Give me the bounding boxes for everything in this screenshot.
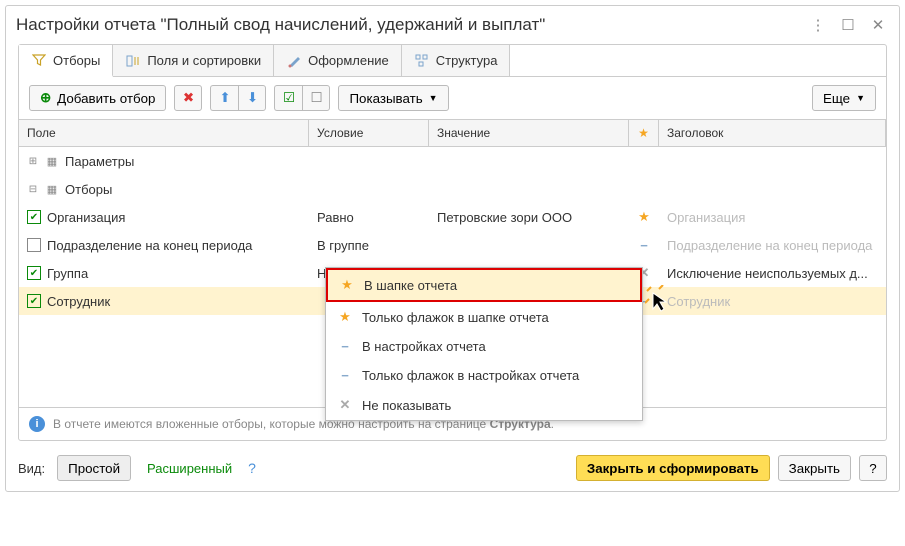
header-value[interactable]: Значение bbox=[429, 120, 629, 146]
tab-label: Отборы bbox=[53, 53, 100, 68]
row-title: Организация bbox=[659, 210, 886, 225]
arrow-down-icon: ⬇ bbox=[247, 90, 258, 106]
tab-label: Структура bbox=[436, 53, 498, 68]
structure-icon bbox=[414, 53, 430, 69]
expand-icon[interactable]: ⊞ bbox=[27, 156, 39, 167]
menu-item-flag-header[interactable]: ★ Только флажок в шапке отчета bbox=[326, 302, 642, 332]
toolbar: ⊕ Добавить отбор ✖ ⬆ ⬇ ☑ ☐ Показывать ▼ … bbox=[19, 77, 886, 119]
star-icon: ★ bbox=[340, 277, 354, 293]
collapse-icon[interactable]: ⊟ bbox=[27, 184, 39, 195]
row-field: Сотрудник bbox=[47, 294, 110, 309]
tab-label: Оформление bbox=[308, 53, 389, 68]
header-field[interactable]: Поле bbox=[19, 120, 309, 146]
header-star[interactable]: ★ bbox=[629, 120, 659, 146]
close-and-form-button[interactable]: Закрыть и сформировать bbox=[576, 455, 770, 481]
row-condition: Равно bbox=[309, 210, 429, 225]
row-title: Подразделение на конец периода bbox=[659, 238, 886, 253]
check-all-icon: ☑ bbox=[283, 90, 295, 106]
plus-icon: ⊕ bbox=[40, 90, 51, 106]
row-value: Петровские зори ООО bbox=[429, 210, 629, 225]
header-title[interactable]: Заголовок bbox=[659, 120, 886, 146]
kebab-menu-icon[interactable]: ⋮ bbox=[807, 14, 829, 36]
row-title: Сотрудник bbox=[659, 294, 886, 309]
minus-icon: − bbox=[640, 238, 648, 253]
uncheck-all-icon: ☐ bbox=[310, 90, 322, 106]
maximize-icon[interactable]: ☐ bbox=[837, 14, 859, 36]
tab-label: Поля и сортировки bbox=[147, 53, 261, 68]
menu-label: Не показывать bbox=[362, 398, 451, 413]
show-button[interactable]: Показывать ▼ bbox=[338, 85, 448, 111]
checkbox-icon[interactable]: ✔ bbox=[27, 266, 41, 280]
row-field: Группа bbox=[47, 266, 88, 281]
footer: Вид: Простой Расширенный ? Закрыть и сфо… bbox=[6, 449, 899, 491]
uncheck-all-button[interactable]: ☐ bbox=[302, 85, 330, 111]
row-field: Организация bbox=[47, 210, 125, 225]
button-label: Еще bbox=[823, 91, 850, 106]
tab-appearance[interactable]: Оформление bbox=[274, 45, 402, 76]
info-icon: i bbox=[29, 416, 45, 432]
help-icon[interactable]: ? bbox=[248, 460, 256, 476]
group-icon: ▦ bbox=[45, 154, 59, 168]
checkbox-icon[interactable] bbox=[27, 238, 41, 252]
row-condition: В группе bbox=[309, 238, 429, 253]
tab-bar: Отборы Поля и сортировки Оформление Стру… bbox=[19, 45, 886, 77]
row-field: Отборы bbox=[65, 182, 112, 197]
x-icon: ✕ bbox=[338, 397, 352, 413]
checkbox-icon[interactable]: ✔ bbox=[27, 294, 41, 308]
window-title: Настройки отчета "Полный свод начислений… bbox=[16, 15, 807, 35]
menu-label: В шапке отчета bbox=[364, 278, 457, 293]
grid-row[interactable]: Подразделение на конец периода В группе … bbox=[19, 231, 886, 259]
grid-group-row[interactable]: ⊞ ▦ Параметры bbox=[19, 147, 886, 175]
close-icon[interactable]: ✕ bbox=[867, 14, 889, 36]
help-button[interactable]: ? bbox=[859, 455, 887, 481]
delete-button[interactable]: ✖ bbox=[174, 85, 202, 111]
header-condition[interactable]: Условие bbox=[309, 120, 429, 146]
menu-label: В настройках отчета bbox=[362, 339, 486, 354]
star-icon: ★ bbox=[638, 209, 650, 225]
check-all-button[interactable]: ☑ bbox=[274, 85, 302, 111]
grid-group-row[interactable]: ⊟ ▦ Отборы bbox=[19, 175, 886, 203]
brush-icon bbox=[286, 53, 302, 69]
chevron-down-icon: ▼ bbox=[856, 93, 865, 103]
view-simple-button[interactable]: Простой bbox=[57, 455, 131, 481]
menu-item-in-settings[interactable]: − В настройках отчета bbox=[326, 332, 642, 361]
move-up-button[interactable]: ⬆ bbox=[210, 85, 238, 111]
show-mode-dropdown: ★ В шапке отчета ★ Только флажок в шапке… bbox=[325, 267, 643, 421]
menu-item-in-header[interactable]: ★ В шапке отчета bbox=[326, 268, 642, 302]
row-field: Подразделение на конец периода bbox=[47, 238, 252, 253]
menu-item-flag-settings[interactable]: − Только флажок в настройках отчета bbox=[326, 361, 642, 390]
menu-label: Только флажок в настройках отчета bbox=[362, 368, 579, 383]
move-down-button[interactable]: ⬇ bbox=[238, 85, 266, 111]
chevron-down-icon: ▼ bbox=[429, 93, 438, 103]
view-advanced-link[interactable]: Расширенный bbox=[139, 457, 240, 480]
grid-header: Поле Условие Значение ★ Заголовок bbox=[19, 120, 886, 147]
row-title: Исключение неиспользуемых д... bbox=[659, 266, 886, 281]
titlebar: Настройки отчета "Полный свод начислений… bbox=[6, 6, 899, 44]
button-label: Добавить отбор bbox=[57, 91, 155, 106]
tab-structure[interactable]: Структура bbox=[402, 45, 511, 76]
minus-icon: − bbox=[338, 339, 352, 354]
star-check-icon: ★ bbox=[338, 309, 352, 325]
menu-item-hide[interactable]: ✕ Не показывать bbox=[326, 390, 642, 420]
checkbox-icon[interactable]: ✔ bbox=[27, 210, 41, 224]
minus-check-icon: − bbox=[338, 368, 352, 383]
menu-label: Только флажок в шапке отчета bbox=[362, 310, 549, 325]
add-filter-button[interactable]: ⊕ Добавить отбор bbox=[29, 85, 166, 111]
star-icon: ★ bbox=[638, 126, 649, 140]
view-label: Вид: bbox=[18, 461, 45, 476]
delete-icon: ✖ bbox=[183, 90, 194, 106]
row-field: Параметры bbox=[65, 154, 134, 169]
grid-row[interactable]: ✔ Организация Равно Петровские зори ООО … bbox=[19, 203, 886, 231]
tab-fields-sorting[interactable]: Поля и сортировки bbox=[113, 45, 274, 76]
button-label: Показывать bbox=[349, 91, 422, 106]
fields-icon bbox=[125, 53, 141, 69]
close-button[interactable]: Закрыть bbox=[778, 455, 851, 481]
tab-filters[interactable]: Отборы bbox=[19, 45, 113, 77]
more-button[interactable]: Еще ▼ bbox=[812, 85, 876, 111]
filters-grid: Поле Условие Значение ★ Заголовок ⊞ ▦ Па… bbox=[19, 119, 886, 407]
funnel-icon bbox=[31, 52, 47, 68]
group-icon: ▦ bbox=[45, 182, 59, 196]
arrow-up-icon: ⬆ bbox=[219, 90, 230, 106]
question-icon: ? bbox=[869, 461, 876, 476]
